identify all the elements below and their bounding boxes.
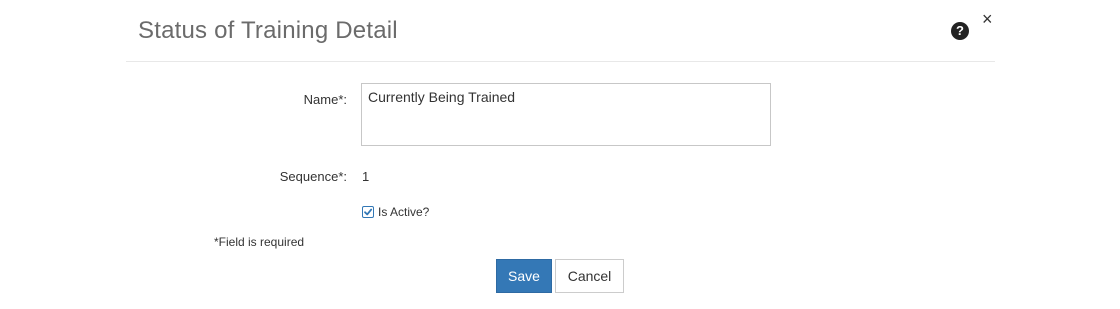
question-circle-icon[interactable]: ? bbox=[951, 22, 969, 40]
is-active-label[interactable]: Is Active? bbox=[378, 205, 429, 219]
status-of-training-detail-modal: Status of Training Detail ? × Name*: Seq… bbox=[0, 0, 1120, 309]
is-active-row: Is Active? bbox=[362, 205, 429, 219]
sequence-value: 1 bbox=[362, 169, 370, 184]
save-button[interactable]: Save bbox=[496, 259, 552, 293]
required-field-note: *Field is required bbox=[214, 235, 305, 249]
name-label: Name*: bbox=[303, 92, 347, 107]
is-active-checkbox[interactable] bbox=[362, 206, 374, 218]
header-divider bbox=[126, 61, 995, 62]
cancel-button[interactable]: Cancel bbox=[555, 259, 624, 293]
sequence-label: Sequence*: bbox=[279, 169, 347, 184]
modal-title: Status of Training Detail bbox=[138, 17, 398, 44]
close-icon[interactable]: × bbox=[982, 10, 993, 28]
checkmark-icon bbox=[364, 208, 373, 216]
name-field[interactable] bbox=[361, 83, 771, 146]
